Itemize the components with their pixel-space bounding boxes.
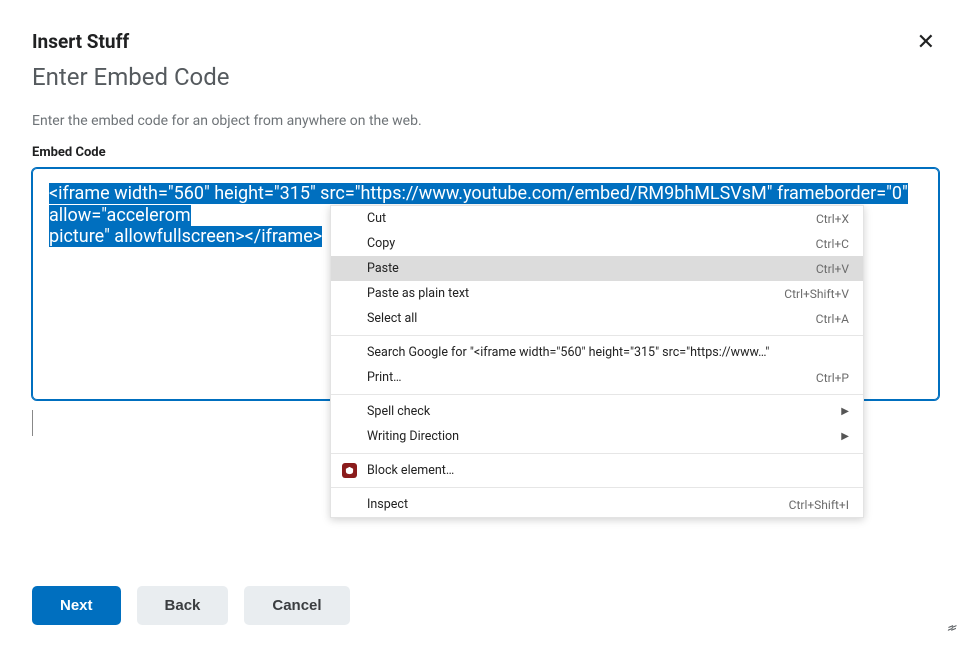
context-menu-label: Inspect <box>367 497 789 512</box>
cancel-button[interactable]: Cancel <box>244 586 349 625</box>
context-menu-shortcut: Ctrl+Shift+V <box>784 287 849 301</box>
context-menu-item[interactable]: Writing Direction▶ <box>331 424 863 449</box>
modal-title: Insert Stuff <box>32 30 129 53</box>
next-button[interactable]: Next <box>32 586 121 625</box>
context-menu-label: Writing Direction <box>367 429 841 444</box>
context-menu-item[interactable]: Search Google for "<iframe width="560" h… <box>331 340 863 365</box>
context-menu-label: Paste as plain text <box>367 286 784 301</box>
context-menu-item[interactable]: Select allCtrl+A <box>331 306 863 331</box>
instruction-text: Enter the embed code for an object from … <box>32 113 939 129</box>
modal-footer: Next Back Cancel <box>32 562 939 625</box>
context-menu-separator <box>331 487 863 488</box>
context-menu-item[interactable]: CutCtrl+X <box>331 206 863 231</box>
context-menu-label: Select all <box>367 311 816 326</box>
context-menu-item[interactable]: Block element… <box>331 458 863 483</box>
context-menu-shortcut: Ctrl+P <box>816 371 849 385</box>
context-menu-label: Spell check <box>367 404 841 419</box>
modal-subtitle: Enter Embed Code <box>32 63 939 91</box>
close-icon: ✕ <box>917 30 935 55</box>
context-menu-label: Print… <box>367 370 816 385</box>
context-menu-item[interactable]: Spell check▶ <box>331 399 863 424</box>
back-button[interactable]: Back <box>137 586 229 625</box>
context-menu-item[interactable]: CopyCtrl+C <box>331 231 863 256</box>
context-menu-separator <box>331 453 863 454</box>
close-button[interactable]: ✕ <box>913 30 939 56</box>
chevron-right-icon: ▶ <box>841 431 849 442</box>
caret-line <box>32 410 33 436</box>
ublock-icon <box>341 463 357 479</box>
context-menu-label: Copy <box>367 236 816 251</box>
context-menu-label: Search Google for "<iframe width="560" h… <box>367 345 849 360</box>
context-menu-shortcut: Ctrl+V <box>816 262 849 276</box>
chevron-right-icon: ▶ <box>841 406 849 417</box>
context-menu-item[interactable]: InspectCtrl+Shift+I <box>331 492 863 517</box>
context-menu-label: Paste <box>367 261 816 276</box>
resize-handle-icon[interactable]: ⸗⸗ <box>948 623 956 631</box>
context-menu-label: Cut <box>367 211 816 226</box>
field-label: Embed Code <box>32 145 939 160</box>
context-menu-shortcut: Ctrl+Shift+I <box>789 498 849 512</box>
context-menu[interactable]: CutCtrl+XCopyCtrl+CPasteCtrl+VPaste as p… <box>330 205 864 518</box>
context-menu-shortcut: Ctrl+A <box>816 312 849 326</box>
context-menu-label: Block element… <box>367 463 849 478</box>
context-menu-separator <box>331 394 863 395</box>
context-menu-shortcut: Ctrl+C <box>816 237 849 251</box>
context-menu-item[interactable]: PasteCtrl+V <box>331 256 863 281</box>
context-menu-shortcut: Ctrl+X <box>816 212 849 226</box>
context-menu-item[interactable]: Paste as plain textCtrl+Shift+V <box>331 281 863 306</box>
selected-text-lastline: picture" allowfullscreen></iframe> <box>49 226 322 247</box>
context-menu-item[interactable]: Print…Ctrl+P <box>331 365 863 390</box>
context-menu-separator <box>331 335 863 336</box>
modal-header: Insert Stuff ✕ <box>32 30 939 63</box>
